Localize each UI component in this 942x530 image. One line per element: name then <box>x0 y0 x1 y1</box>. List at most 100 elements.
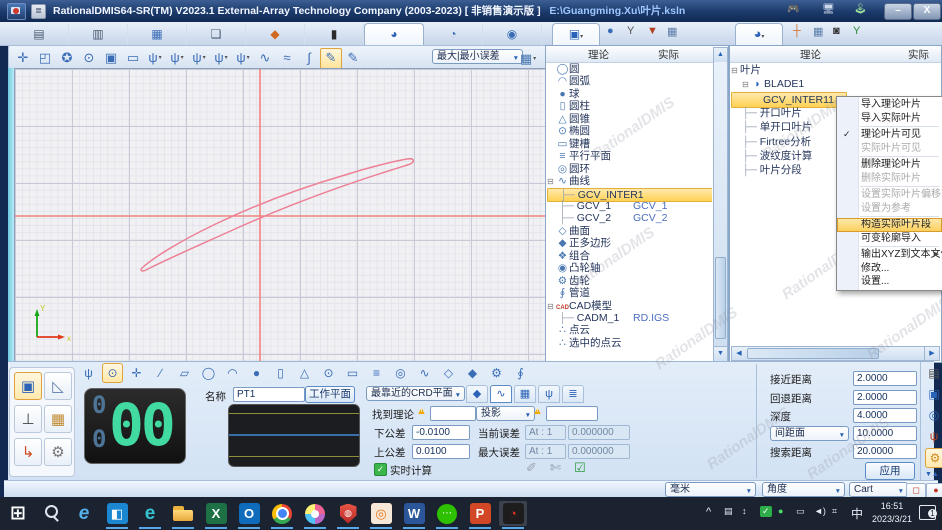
app-tab-cad-tab[interactable]: ◆ <box>246 24 305 45</box>
gear-settings-icon[interactable]: ⚙ <box>925 448 942 468</box>
taskbar-chrome-icon[interactable] <box>268 501 296 526</box>
taskbar-word-icon[interactable]: W <box>400 501 428 526</box>
tree-item-管道[interactable]: ∮管道 <box>547 287 711 299</box>
taskbar-file-explorer-icon[interactable] <box>169 501 197 526</box>
tree-item-点云[interactable]: ∴点云 <box>547 324 711 336</box>
arc-icon[interactable]: ◠ <box>222 363 243 383</box>
tree-item-曲线[interactable]: ⊟∿曲线 <box>547 175 711 187</box>
app-tab-measure-tab[interactable]: ▤ <box>10 24 69 45</box>
tree-item-CAD模型[interactable]: ⊟CADCAD模型 <box>547 300 711 312</box>
depth-input[interactable] <box>853 408 917 423</box>
right-datum-table-icon[interactable]: ▦ <box>813 25 823 38</box>
blade-sphere-menu-icon[interactable]: ◕▾ <box>735 23 783 46</box>
menu-item-构造实际叶片段[interactable]: 构造实际叶片段 <box>837 218 942 232</box>
visibility-eye-icon[interactable]: ⊙ <box>78 48 100 69</box>
realtime-checkbox[interactable]: ✓ <box>374 463 387 476</box>
tray-wechat-tray-icon[interactable]: ● <box>778 506 783 516</box>
tree-item-GCV_2[interactable]: ├─ GCV_2GCV_2 <box>547 212 711 224</box>
expander-icon[interactable]: ⊟ <box>742 78 751 91</box>
tree-item-GCV_1[interactable]: ├─ GCV_1GCV_1 <box>547 200 711 212</box>
right-y-axis-icon[interactable]: Y <box>853 25 860 37</box>
projection-select[interactable]: 投影 <box>476 406 535 421</box>
menu-item-导入理论叶片[interactable]: 导入理论叶片 <box>837 98 942 112</box>
horizontal-scrollbar[interactable] <box>745 346 924 361</box>
middle-grid-table-icon[interactable]: ▦ <box>667 25 677 38</box>
probe-head-button[interactable]: ⊥ <box>14 405 42 433</box>
machine-setup-button[interactable]: ⚙ <box>44 438 72 466</box>
coord-select[interactable]: Cart <box>849 482 908 497</box>
find-theory-input[interactable] <box>430 406 476 421</box>
print-icon[interactable]: ▤ <box>925 364 942 382</box>
taskbar-security-shield-icon[interactable]: ◍ <box>334 501 362 526</box>
error-mode-select[interactable]: 最大|最小误差 <box>432 49 523 64</box>
confirm-check-icon[interactable]: ☑ <box>574 460 586 476</box>
probe-cube-button[interactable]: ▣ <box>14 372 42 400</box>
units-select[interactable]: 毫米 <box>665 482 756 497</box>
cad-box-menu-icon[interactable]: ▣▾ <box>552 23 600 46</box>
scan-patch-icon[interactable]: ∫ <box>298 47 320 68</box>
app-tab-capture-tab[interactable]: ◉ <box>483 24 542 45</box>
probe-angle-icon[interactable]: ψ▾ <box>166 47 188 68</box>
blade-tree-item-BLADE1[interactable]: ⊟◗BLADE1 <box>731 77 931 91</box>
pipe-icon[interactable]: ∮ <box>510 363 531 383</box>
tray-network-icon[interactable]: ⌗ <box>832 506 837 517</box>
taskbar-start-icon[interactable]: ⊞ <box>4 501 32 526</box>
apply-button[interactable]: 应用 <box>865 462 915 480</box>
scan-view-tab[interactable]: ψ <box>538 385 560 403</box>
probe-swivel-icon[interactable]: ψ▾ <box>210 47 232 68</box>
tray-usb-icon[interactable]: ↕ <box>742 506 747 516</box>
middle-sphere-icon[interactable]: ● <box>607 25 614 37</box>
taskbar-powerpoint-icon[interactable]: P <box>466 501 494 526</box>
tray-volume-icon[interactable]: ◄) <box>814 506 826 516</box>
menu-item-修改[interactable]: 修改... <box>837 262 942 276</box>
tree-item-平行平面[interactable]: ≡平行平面 <box>547 150 711 162</box>
taskbar-outlook-icon[interactable]: O <box>235 501 263 526</box>
point-icon[interactable]: ⊙ <box>102 363 123 383</box>
graphics-viewport[interactable]: Y x <box>14 68 547 363</box>
tree-item-圆[interactable]: ◯圆 <box>547 63 711 75</box>
fit-view-icon[interactable]: ✛ <box>12 48 34 69</box>
middle-red-cap-icon[interactable]: ▼ <box>647 25 658 37</box>
spacing-input[interactable] <box>853 426 917 441</box>
search-input[interactable] <box>853 444 917 459</box>
right-camera-icon[interactable]: ◙ <box>833 25 840 37</box>
tree-item-圆锥[interactable]: △圆锥 <box>547 113 711 125</box>
retract-input[interactable] <box>853 390 917 405</box>
slot-icon[interactable]: ▭ <box>342 363 363 383</box>
tree-item-正多边形[interactable]: ◆正多边形 <box>547 237 711 249</box>
torus-icon[interactable]: ◎ <box>390 363 411 383</box>
form-list-icon[interactable]: ≣ <box>31 4 46 19</box>
taskbar-internet-explorer-icon[interactable]: e <box>70 501 98 526</box>
taskbar-search-icon[interactable] <box>37 501 65 526</box>
scroll-right-button[interactable]: ▶ <box>924 346 940 361</box>
tray-antivirus-icon[interactable]: ✓ <box>760 506 772 517</box>
tray-gpu-icon[interactable]: ▤ <box>724 506 733 517</box>
blade-tree-item-叶片[interactable]: ⊟叶片 <box>731 63 931 77</box>
clock[interactable]: 16:51 2023/3/21 <box>869 500 915 526</box>
scan-curve-icon[interactable]: ∿ <box>254 48 276 69</box>
taskbar-doc-search-icon[interactable]: ◎ <box>367 501 395 526</box>
crate-box-button[interactable]: ▦ <box>44 405 72 433</box>
expander-icon[interactable]: ⊟ <box>547 176 556 187</box>
edit-report-icon[interactable]: ✐ <box>526 460 537 476</box>
app-tab-report-tab[interactable]: ▦ <box>128 24 187 45</box>
expander-icon[interactable]: ⊟ <box>547 301 556 312</box>
tree-item-椭圆[interactable]: ⊙椭圆 <box>547 125 711 137</box>
strip-collapse-icon[interactable]: ▼▲ <box>925 471 939 478</box>
notification-icon[interactable]: 1 <box>919 505 936 520</box>
name-input[interactable] <box>233 387 305 402</box>
tray-chevron-icon[interactable]: ^ <box>706 506 711 518</box>
vector-point-icon[interactable]: ✛ <box>126 363 147 383</box>
probe-view-tab[interactable]: ◆ <box>466 385 488 403</box>
theory-column-header[interactable]: 理论 <box>800 47 821 62</box>
polygon-icon[interactable]: ◆ <box>462 363 483 383</box>
cylinder-icon[interactable]: ▯ <box>270 363 291 383</box>
magnifier-icon[interactable]: ◎ <box>925 406 942 424</box>
angle-select[interactable]: 角度 <box>762 482 845 497</box>
approach-input[interactable] <box>853 371 917 386</box>
menu-item-删除理论叶片[interactable]: 删除理论叶片 <box>837 158 942 172</box>
app-tab-program-tab[interactable]: ▥ <box>69 24 128 45</box>
parallel-planes-icon[interactable]: ≡ <box>366 363 387 383</box>
sphere-icon[interactable]: ● <box>246 363 267 383</box>
projection-input[interactable] <box>546 406 598 421</box>
